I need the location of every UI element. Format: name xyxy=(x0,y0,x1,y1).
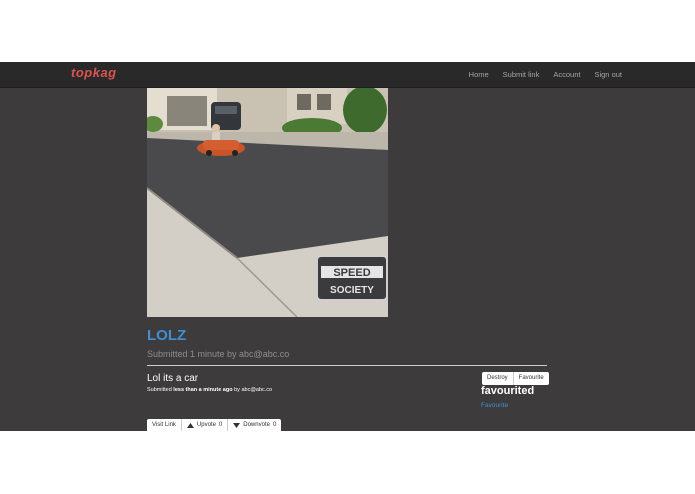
downvote-count: 0 xyxy=(272,422,277,428)
nav-signout-link[interactable]: Sign out xyxy=(594,70,622,79)
vote-bar: Visit Link Upvote 0 Downvote 0 xyxy=(147,419,282,431)
nav-submit-link[interactable]: Submit link xyxy=(503,70,540,79)
svg-text:SPEED: SPEED xyxy=(333,267,370,279)
nav-home-link[interactable]: Home xyxy=(469,70,489,79)
upvote-button[interactable]: Upvote 0 xyxy=(182,419,229,431)
favourited-status: favourited xyxy=(481,385,535,397)
app-page: topkag Home Submit link Account Sign out xyxy=(0,62,695,431)
post-title[interactable]: LOLZ xyxy=(147,327,186,344)
comment-meta: Submitted less than a minute ago by abc@… xyxy=(147,387,272,393)
comment-meta-author: by abc@abc.co xyxy=(234,387,273,393)
logo[interactable]: topkag xyxy=(71,65,117,80)
post-meta: Submitted 1 minute by abc@abc.co xyxy=(147,349,290,359)
upvote-label: Upvote xyxy=(196,422,216,428)
post-image[interactable]: SPEED SOCIETY xyxy=(147,88,388,317)
post-actions: Destroy Favourite xyxy=(482,372,549,385)
comment-meta-time: less than a minute ago xyxy=(173,387,233,393)
visit-link-button[interactable]: Visit Link xyxy=(147,419,182,431)
chevron-up-icon xyxy=(186,423,194,428)
downvote-button[interactable]: Downvote 0 xyxy=(228,419,281,431)
upvote-count: 0 xyxy=(218,422,223,428)
svg-text:SOCIETY: SOCIETY xyxy=(330,285,374,296)
navbar: topkag Home Submit link Account Sign out xyxy=(0,62,695,88)
favourite-button[interactable]: Favourite xyxy=(514,372,549,385)
comment-text: Lol its a car xyxy=(147,373,199,384)
comment-meta-prefix: Submitted xyxy=(147,387,172,393)
favourite-link[interactable]: Favourite xyxy=(481,402,508,409)
nav-account-link[interactable]: Account xyxy=(553,70,580,79)
downvote-label: Downvote xyxy=(243,422,270,428)
chevron-down-icon xyxy=(233,423,241,428)
destroy-button[interactable]: Destroy xyxy=(482,372,514,385)
divider xyxy=(147,365,547,366)
speed-society-watermark: SPEED SOCIETY xyxy=(316,255,388,301)
nav-links: Home Submit link Account Sign out xyxy=(469,70,622,79)
